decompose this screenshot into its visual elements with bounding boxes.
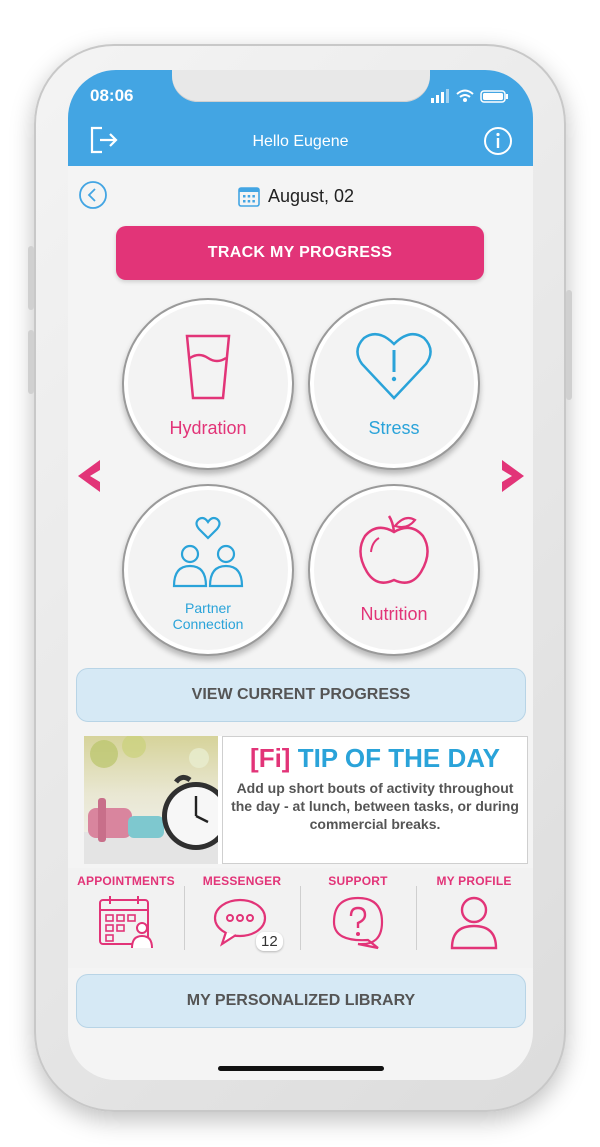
partner-icon — [172, 516, 244, 588]
tip-photo — [84, 736, 218, 864]
message-count-badge: 12 — [256, 932, 283, 951]
my-personalized-library-button[interactable]: MY PERSONALIZED LIBRARY — [76, 974, 526, 1028]
date-selector[interactable]: August, 02 — [238, 182, 354, 210]
category-hydration[interactable]: Hydration — [122, 298, 294, 470]
home-indicator[interactable] — [218, 1066, 384, 1071]
phone-side-button — [28, 246, 34, 310]
phone-notch — [172, 70, 430, 102]
previous-arrow-icon[interactable] — [72, 458, 104, 494]
calendar-icon — [99, 896, 153, 949]
apple-icon — [359, 515, 429, 584]
nav-label: APPOINTMENTS — [77, 874, 175, 888]
heart-exclamation-icon — [356, 332, 432, 400]
glass-icon — [185, 334, 231, 400]
profile-icon — [450, 896, 498, 950]
view-current-progress-button[interactable]: VIEW CURRENT PROGRESS — [76, 668, 526, 722]
app-screen: 08:06 Hello Eugene August, 02 TRACK MY P… — [68, 70, 533, 1080]
question-icon — [332, 896, 384, 950]
nav-label: SUPPORT — [328, 874, 388, 888]
next-arrow-icon[interactable] — [498, 458, 530, 494]
back-icon[interactable] — [78, 180, 108, 210]
track-progress-button[interactable]: TRACK MY PROGRESS — [116, 226, 484, 280]
category-label: Nutrition — [360, 604, 428, 624]
status-icons — [431, 89, 508, 103]
status-time: 08:06 — [90, 86, 134, 105]
tip-title: [Fi] TIP OF THE DAY — [223, 743, 527, 774]
category-stress[interactable]: Stress — [308, 298, 480, 470]
bottom-nav: APPOINTMENTS MESSENGER 12 SUPPORT MY PRO… — [68, 868, 533, 968]
current-date: August, 02 — [268, 185, 355, 206]
category-label: Stress — [368, 418, 420, 438]
category-nutrition[interactable]: Nutrition — [308, 484, 480, 656]
phone-side-button — [28, 330, 34, 394]
tip-of-the-day-card[interactable]: [Fi] TIP OF THE DAY Add up short bouts o… — [84, 736, 528, 864]
nav-label: MY PROFILE — [436, 874, 512, 888]
category-label: Hydration — [169, 418, 247, 438]
calendar-small-icon — [238, 187, 260, 207]
header-bar: 08:06 Hello Eugene — [68, 70, 533, 166]
greeting-title: Hello Eugene — [252, 133, 349, 150]
tip-heading: TIP OF THE DAY — [297, 743, 500, 773]
nav-label: MESSENGER — [202, 874, 282, 888]
tip-brand: [Fi] — [250, 743, 291, 773]
nav-support[interactable]: SUPPORT — [300, 874, 416, 964]
tip-text: Add up short bouts of activity throughou… — [231, 780, 519, 832]
category-label: Partner Connection — [172, 600, 244, 632]
category-partner-connection[interactable]: Partner Connection — [122, 484, 294, 656]
phone-side-button — [566, 290, 572, 400]
nav-messenger[interactable]: MESSENGER 12 — [184, 874, 300, 964]
tip-photo-illustration — [84, 736, 218, 864]
nav-appointments[interactable]: APPOINTMENTS — [68, 874, 184, 964]
info-icon[interactable] — [483, 126, 513, 156]
nav-my-profile[interactable]: MY PROFILE — [416, 874, 532, 964]
tip-content: [Fi] TIP OF THE DAY Add up short bouts o… — [222, 736, 528, 864]
